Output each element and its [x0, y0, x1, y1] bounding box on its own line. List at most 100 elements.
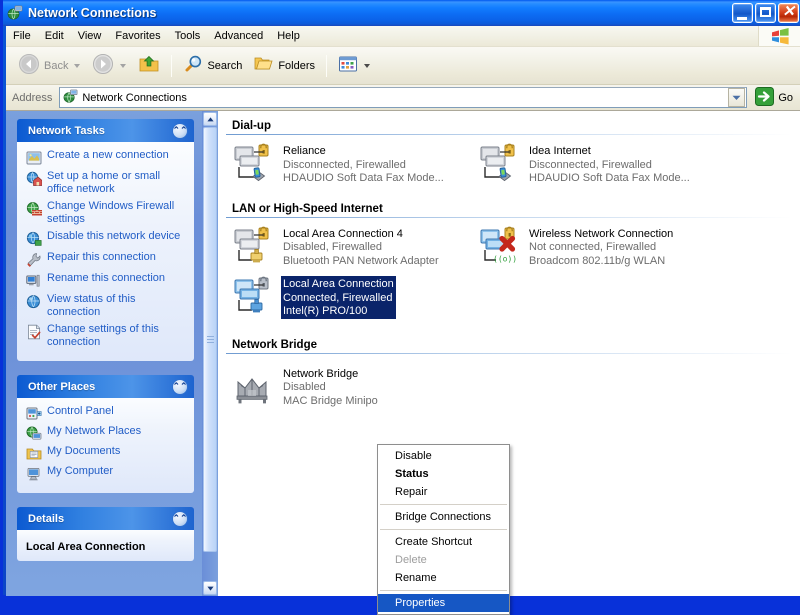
context-menu-item-bridge-connections[interactable]: Bridge Connections: [378, 508, 509, 526]
task-rename-connection[interactable]: Rename this connection: [26, 272, 186, 289]
folders-button[interactable]: Folders: [248, 51, 321, 81]
connection-device: MAC Bridge Minipo: [283, 394, 378, 407]
menu-view[interactable]: View: [71, 28, 109, 45]
search-button[interactable]: Search: [177, 51, 248, 81]
task-repair-connection[interactable]: Repair this connection: [26, 251, 186, 268]
chevron-down-icon[interactable]: [120, 63, 127, 68]
scroll-down-button[interactable]: [203, 581, 217, 595]
lan-disabled-icon: [232, 226, 276, 268]
context-menu-separator: [380, 504, 507, 505]
menu-help[interactable]: Help: [270, 28, 307, 45]
go-label: Go: [778, 91, 793, 104]
task-label: Set up a home or small office network: [47, 170, 161, 195]
connection-name: Wireless Network Connection: [529, 227, 674, 240]
task-change-firewall-settings[interactable]: Change Windows Firewall settings: [26, 200, 186, 226]
chevron-up-icon[interactable]: ⌃⌃: [172, 378, 188, 395]
menu-edit[interactable]: Edit: [38, 28, 71, 45]
chevron-down-icon[interactable]: [364, 63, 371, 68]
network-connections-icon: [63, 89, 78, 107]
task-change-settings[interactable]: Change settings of this connection: [26, 323, 186, 349]
task-pane-scrollbar[interactable]: [202, 111, 218, 596]
minimize-button[interactable]: [732, 3, 753, 23]
task-create-new-connection[interactable]: Create a new connection: [26, 149, 186, 166]
scrollbar-thumb[interactable]: [203, 127, 217, 552]
address-bar: Address Network Connections Go: [6, 85, 800, 111]
new-connection-icon: [26, 150, 42, 166]
address-label: Address: [12, 91, 53, 104]
task-label: Change Windows Firewall settings: [47, 200, 175, 225]
panel-network-tasks: Network Tasks ⌃⌃ Create a new connection…: [17, 119, 194, 361]
context-menu-item-rename[interactable]: Rename: [378, 569, 509, 587]
address-dropdown-button[interactable]: [728, 88, 746, 107]
menu-advanced[interactable]: Advanced: [207, 28, 270, 45]
dialup-connection-icon: [478, 143, 522, 185]
folders-label: Folders: [278, 59, 316, 72]
back-button[interactable]: Back: [12, 51, 86, 81]
connection-device: HDAUDIO Soft Data Fax Mode...: [283, 172, 444, 184]
panel-title: Other Places: [28, 380, 96, 393]
window-controls: ✕: [732, 3, 799, 23]
context-menu-item-status[interactable]: Status: [378, 465, 509, 483]
connection-item[interactable]: Idea Internet Disconnected, Firewalled H…: [478, 143, 724, 186]
context-menu-item-disable[interactable]: Disable: [378, 447, 509, 465]
chevron-up-icon[interactable]: ⌃⌃: [172, 122, 188, 139]
go-button[interactable]: Go: [750, 86, 800, 110]
task-disable-network-device[interactable]: Disable this network device: [26, 230, 186, 247]
section-items-network-bridge: Network Bridge Disabled MAC Bridge Minip…: [218, 354, 800, 417]
forward-button[interactable]: [86, 51, 132, 81]
panel-header-other-places[interactable]: Other Places ⌃⌃: [17, 375, 194, 398]
search-icon: [183, 54, 203, 77]
menu-file[interactable]: File: [6, 28, 38, 45]
connection-name: Local Area Connection 4: [283, 227, 403, 240]
go-arrow-icon: [754, 86, 775, 110]
task-view-status[interactable]: View status of this connection: [26, 293, 186, 319]
svg-text:((o)): ((o)): [493, 254, 517, 263]
place-my-network-places[interactable]: My Network Places: [26, 425, 186, 442]
connection-name: Reliance: [283, 145, 326, 157]
task-label: Create a new connection: [47, 149, 169, 161]
chevron-down-icon[interactable]: [74, 63, 81, 68]
context-menu-item-create-shortcut[interactable]: Create Shortcut: [378, 533, 509, 551]
context-menu-separator: [380, 529, 507, 530]
view-status-icon: [26, 294, 42, 310]
menu-tools[interactable]: Tools: [168, 28, 208, 45]
connection-item-selected[interactable]: Local Area Connection Connected, Firewal…: [232, 276, 478, 319]
toolbar-separator: [171, 54, 173, 77]
panel-details: Details ⌃⌃ Local Area Connection: [17, 507, 194, 561]
search-label: Search: [207, 59, 243, 72]
home-network-icon: [26, 171, 43, 187]
panel-header-network-tasks[interactable]: Network Tasks ⌃⌃: [17, 119, 194, 142]
panel-body-other-places: Control Panel My Network Places My Docum…: [17, 398, 194, 493]
connection-item[interactable]: Network Bridge Disabled MAC Bridge Minip…: [232, 366, 478, 409]
section-heading-dial-up: Dial-up: [232, 120, 271, 132]
connection-text: Idea Internet Disconnected, Firewalled H…: [529, 143, 690, 186]
network-bridge-icon: [232, 366, 276, 408]
connection-item[interactable]: Local Area Connection 4 Disabled, Firewa…: [232, 226, 478, 269]
panel-header-details[interactable]: Details ⌃⌃: [17, 507, 194, 530]
panel-body-network-tasks: Create a new connection Set up a home or…: [17, 142, 194, 361]
close-button[interactable]: ✕: [778, 3, 799, 23]
context-menu-item-properties[interactable]: Properties: [378, 594, 509, 612]
address-input[interactable]: Network Connections: [59, 87, 748, 108]
lan-connected-icon: [232, 276, 276, 318]
context-menu-item-repair[interactable]: Repair: [378, 483, 509, 501]
place-control-panel[interactable]: Control Panel: [26, 405, 186, 422]
task-setup-home-network[interactable]: Set up a home or small office network: [26, 170, 186, 196]
views-button[interactable]: [332, 51, 376, 81]
connection-item[interactable]: ((o)) Wireless Network Connection Not co…: [478, 226, 724, 269]
place-my-computer[interactable]: My Computer: [26, 465, 186, 482]
connection-status: Disconnected, Firewalled: [529, 158, 652, 171]
up-button[interactable]: [132, 51, 166, 81]
my-computer-icon: [26, 466, 42, 482]
maximize-button[interactable]: [755, 3, 776, 23]
chevron-up-icon[interactable]: ⌃⌃: [172, 510, 188, 527]
connection-device: Broadcom 802.11b/g WLAN: [529, 254, 666, 267]
details-connection-name: Local Area Connection: [26, 541, 146, 553]
place-my-documents[interactable]: My Documents: [26, 445, 186, 462]
connection-name: Idea Internet: [529, 145, 591, 157]
connection-status: Not connected, Firewalled: [529, 241, 657, 253]
connection-text: Network Bridge Disabled MAC Bridge Minip…: [283, 366, 378, 409]
connection-item[interactable]: Reliance Disconnected, Firewalled HDAUDI…: [232, 143, 478, 186]
scroll-up-button[interactable]: [203, 112, 217, 126]
menu-favorites[interactable]: Favorites: [108, 28, 167, 45]
